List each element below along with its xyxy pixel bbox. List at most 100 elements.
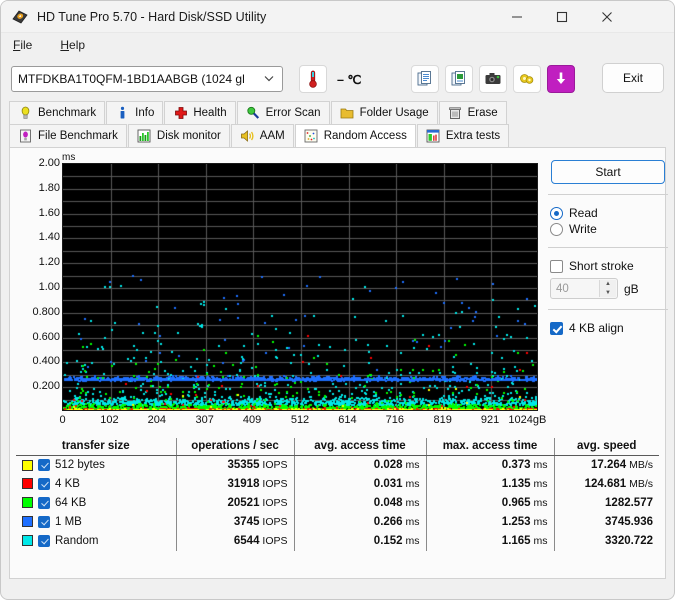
x-axis-tick: 307 xyxy=(195,414,214,426)
radio-write-indicator xyxy=(550,222,563,236)
table-row[interactable]: 1 MB 3745 IOPS 0.266 ms 1.253 ms 3745.936 xyxy=(16,512,659,532)
cell-avg-access: 0.028 ms xyxy=(293,455,426,475)
stepper-down-icon[interactable]: ▼ xyxy=(605,290,611,296)
access-time-scatter-chart: ms 2.00 1.80 1.60 1.40 1.20 1.00 0.800 0.600 0.4… xyxy=(16,152,546,430)
tab-error-scan[interactable]: Error Scan xyxy=(236,101,330,124)
series-checkbox[interactable] xyxy=(38,534,50,547)
tab-label: Folder Usage xyxy=(359,107,429,119)
table-row[interactable]: 512 bytes 35355 IOPS 0.028 ms 0.373 ms 17.26… xyxy=(16,455,659,475)
x-axis-tick: 0 xyxy=(59,414,66,426)
cell-avg-speed: 17.264 MB/s xyxy=(553,455,659,475)
tab-label: Random Access xyxy=(323,130,407,142)
cell-max-access: 0.373 ms xyxy=(425,455,554,475)
minimize-button[interactable] xyxy=(494,1,539,33)
cell-operations-unit: IOPS xyxy=(259,459,288,472)
short-stroke-stepper[interactable]: 40 ▲ ▼ xyxy=(550,278,618,299)
y-axis-tick: 1.40 xyxy=(38,231,60,244)
save-download-icon[interactable] xyxy=(547,65,575,93)
short-stroke-label: Short stroke xyxy=(569,259,634,273)
menu-item-help[interactable]: Help xyxy=(58,36,97,54)
cell-avg-access-unit: ms xyxy=(402,478,420,490)
series-checkbox[interactable] xyxy=(38,515,50,528)
results-body: 512 bytes 35355 IOPS 0.028 ms 0.373 ms 17.26… xyxy=(16,455,659,551)
table-row[interactable]: 64 KB 20521 IOPS 0.048 ms 0.965 ms 1282.577 xyxy=(16,493,659,513)
radio-read[interactable]: Read xyxy=(546,205,670,221)
cell-avg-speed-value: 3745.936 xyxy=(605,516,653,528)
tab-erase[interactable]: Erase xyxy=(438,101,507,124)
hd-tune-window: HD Tune Pro 5.70 - Hard Disk/SSD Utility… xyxy=(0,0,675,600)
settings-gear-icon[interactable] xyxy=(513,65,541,93)
cell-avg-access: 0.048 ms xyxy=(293,493,426,513)
cell-max-access: 1.253 ms xyxy=(425,512,554,532)
tab-health[interactable]: Health xyxy=(164,101,236,124)
cell-avg-access-unit: ms xyxy=(402,535,420,547)
checkbox-4kb-align[interactable]: 4 KB align xyxy=(546,320,670,336)
tab-aam[interactable]: AAM xyxy=(230,124,294,147)
cell-max-access-unit: ms xyxy=(530,478,548,490)
cell-max-access-value: 1.165 xyxy=(501,535,531,547)
cell-max-access: 1.165 ms xyxy=(425,531,554,551)
x-axis-tick: 716 xyxy=(385,414,405,426)
align-indicator xyxy=(550,321,563,335)
checkbox-short-stroke[interactable]: Short stroke xyxy=(546,258,670,274)
x-axis-tick: 102 xyxy=(100,414,119,426)
tab-file-benchmark[interactable]: File Benchmark xyxy=(9,124,127,147)
cell-operations-value: 31918 xyxy=(227,478,260,490)
tab-random-access[interactable]: Random Access xyxy=(294,124,416,147)
thermometer-icon[interactable] xyxy=(299,65,327,93)
file-benchmark-icon xyxy=(18,129,33,144)
tab-folder-usage[interactable]: Folder Usage xyxy=(330,101,438,124)
y-axis-tick: 1.60 xyxy=(38,206,60,219)
stepper-arrows[interactable]: ▲ ▼ xyxy=(599,280,616,297)
exit-button[interactable]: Exit xyxy=(602,63,664,93)
cell-max-access-value: 0.965 xyxy=(501,497,531,509)
table-row[interactable]: Random 6544 IOPS 0.152 ms 1.165 ms 3320.722 xyxy=(16,531,659,551)
cell-transfer-size[interactable]: 512 bytes xyxy=(16,456,176,475)
cell-transfer-size[interactable]: 4 KB xyxy=(16,475,176,494)
tab-extra-tests[interactable]: Extra tests xyxy=(416,124,510,147)
maximize-button[interactable] xyxy=(539,1,584,33)
table-row[interactable]: 4 KB 31918 IOPS 0.031 ms 1.135 ms 124.681 MB… xyxy=(16,474,659,494)
copy-image-icon[interactable] xyxy=(445,65,473,93)
cell-avg-access: 0.031 ms xyxy=(293,474,426,494)
start-button[interactable]: Start xyxy=(551,160,665,184)
cell-operations: 20521 IOPS xyxy=(175,493,294,513)
series-checkbox[interactable] xyxy=(38,477,50,490)
tab-label: Error Scan xyxy=(265,107,321,119)
cell-max-access: 1.135 ms xyxy=(425,474,554,494)
toolbar-icon-group xyxy=(411,65,575,93)
short-stroke-value: 40 xyxy=(556,282,569,295)
series-checkbox[interactable] xyxy=(38,459,50,472)
cell-transfer-size[interactable]: Random xyxy=(16,532,176,551)
cell-avg-access: 0.152 ms xyxy=(293,531,426,551)
cell-max-access-unit: ms xyxy=(530,497,548,509)
hard-disk-icon xyxy=(11,8,29,26)
radio-read-indicator xyxy=(550,206,563,220)
test-controls: Start Read Write Short stroke 40 ▲ ▼ gB … xyxy=(546,156,670,336)
cell-operations-value: 6544 xyxy=(233,535,260,547)
grid-chart-icon xyxy=(426,129,441,144)
cell-operations-value: 20521 xyxy=(227,497,260,509)
series-checkbox[interactable] xyxy=(38,496,50,509)
tab-disk-monitor[interactable]: Disk monitor xyxy=(127,124,230,147)
stepper-up-icon[interactable]: ▲ xyxy=(605,281,611,287)
menu-bar: File Help xyxy=(1,33,674,57)
x-axis-tick: 409 xyxy=(242,414,262,426)
close-button[interactable] xyxy=(584,1,629,33)
cell-transfer-size[interactable]: 64 KB xyxy=(16,494,176,513)
y-axis-tick: 0.800 xyxy=(32,305,60,318)
col-transfer-size: transfer size xyxy=(16,438,176,456)
series-label: 64 KB xyxy=(55,497,87,510)
cell-avg-speed-value: 1282.577 xyxy=(605,497,653,509)
cell-operations: 31918 IOPS xyxy=(175,474,294,494)
drive-select[interactable]: MTFDKBA1T0QFM-1BD1AABGB (1024 gl xyxy=(11,66,283,92)
tab-info[interactable]: Info xyxy=(106,101,164,124)
screenshot-camera-icon[interactable] xyxy=(479,65,507,93)
cell-transfer-size[interactable]: 1 MB xyxy=(16,513,176,532)
copy-icon[interactable] xyxy=(411,65,439,93)
menu-item-file[interactable]: File xyxy=(11,36,44,54)
tab-label: Health xyxy=(193,107,227,119)
tab-benchmark[interactable]: Benchmark xyxy=(9,101,106,124)
radio-write[interactable]: Write xyxy=(546,221,670,237)
magnifier-icon xyxy=(246,106,261,121)
